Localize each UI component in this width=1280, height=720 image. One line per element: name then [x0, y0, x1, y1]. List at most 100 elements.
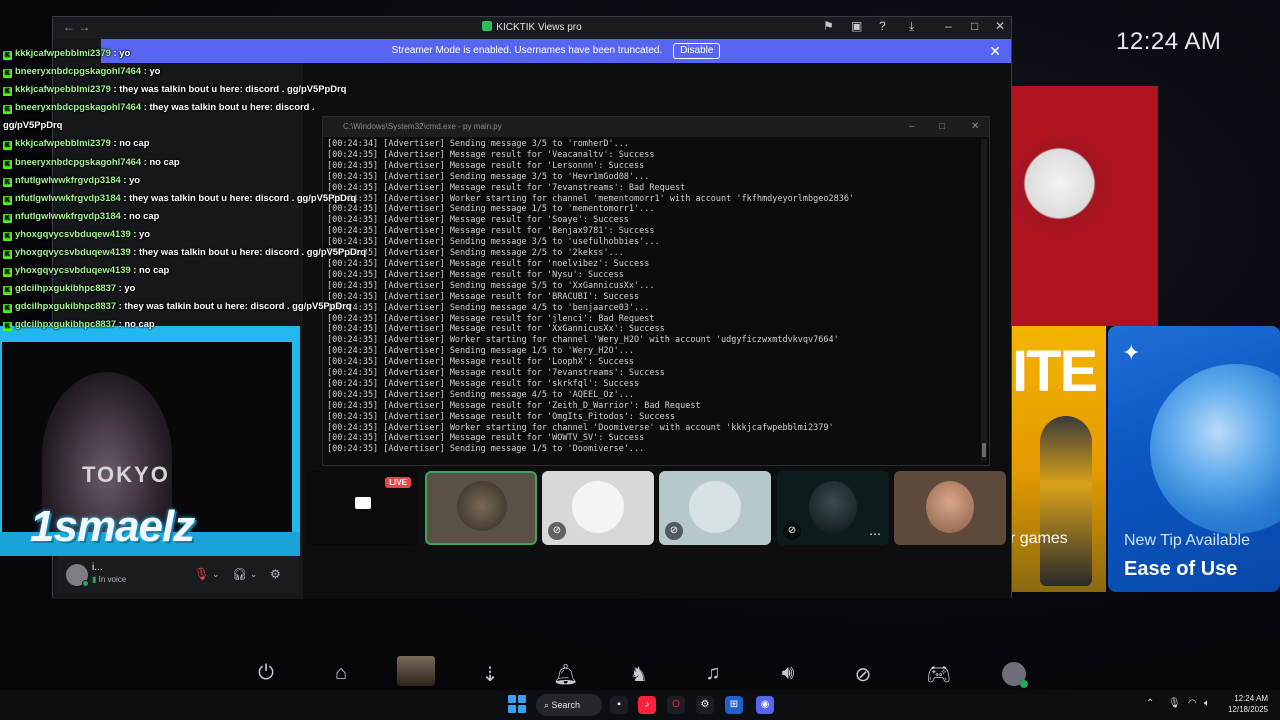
cmd-log-line: [00:24:35] [Advertiser] Worker starting …	[327, 335, 839, 346]
voice-status: In voice	[98, 575, 127, 584]
chat-text: no cap	[149, 155, 180, 167]
screen-share-icon[interactable]: ▣	[851, 19, 862, 33]
cmd-scrollbar[interactable]	[981, 139, 987, 461]
speaker-icon[interactable]: 🔈︎	[1204, 698, 1210, 709]
online-status-icon	[82, 580, 89, 587]
game-thumbnail[interactable]	[397, 656, 435, 686]
wifi-icon[interactable]: ◠	[1188, 698, 1197, 709]
opera-gx-icon[interactable]: O	[667, 696, 685, 714]
controller-icon[interactable]: 🎮︎	[926, 662, 951, 687]
help-icon[interactable]: ?	[879, 19, 886, 33]
discord-titlebar: ← → KICKTIK Views pro ⚑ ▣ ? ⤓ – □ ✕	[53, 17, 1011, 39]
chat-username: yhoxgqvycsvbduqew4139	[15, 246, 131, 258]
participant-tile[interactable]: ⊘ ⋯	[777, 471, 889, 545]
banner-close-icon[interactable]: ✕	[989, 39, 1001, 63]
power-icon[interactable]: ⏻	[254, 662, 278, 685]
muted-icon: ⊘	[548, 522, 566, 540]
close-icon[interactable]: ✕	[995, 19, 1005, 33]
stream-chat-overlay: Kkkkjcafwpebblmi2379 : yo Kbneeryxnbdcpgs…	[0, 44, 370, 334]
chat-text: yo	[139, 227, 150, 239]
cmd-log-line: [00:24:35] [Advertiser] Sending message …	[327, 248, 624, 259]
kick-badge-icon: K	[3, 286, 12, 296]
store-app-icon[interactable]: ⊞	[725, 696, 743, 714]
cmd-window: C:\Windows\System32\cmd.exe - py main.py…	[322, 116, 990, 466]
avatar	[809, 481, 857, 533]
profile-avatar[interactable]	[1002, 662, 1028, 688]
chat-separator: :	[130, 264, 140, 276]
kick-badge-icon: K	[3, 250, 12, 260]
chat-username: yhoxgqvycsvbduqew4139	[15, 227, 131, 239]
cmd-log-line: [00:24:35] [Advertiser] Message result f…	[327, 400, 701, 411]
muted-icon: ⊘	[665, 522, 683, 540]
cmd-maximize-icon[interactable]: □	[939, 117, 945, 137]
tip-tile[interactable]: ✦ New Tip Available Ease of Use	[1108, 326, 1280, 592]
chat-message: Kbneeryxnbdcpgskagohl7464 : yo	[0, 62, 370, 80]
disable-button[interactable]: Disable	[673, 43, 721, 59]
taskbar-search[interactable]: ⌕ Search	[536, 694, 602, 716]
kick-badge-icon: K	[3, 51, 12, 60]
streamer-name: 1smaelz	[30, 502, 195, 551]
avatar	[926, 481, 974, 533]
chat-message: Kyhoxgqvycsvbduqew4139 : no cap	[0, 261, 370, 279]
notification-bell-icon[interactable]: 🔔︎	[553, 662, 578, 687]
games-label: r games	[1010, 530, 1068, 547]
participant-tile[interactable]	[425, 471, 537, 545]
chevron-down-icon[interactable]: ⌄	[250, 569, 258, 580]
app-icon[interactable]: ▪	[610, 696, 628, 714]
chat-username: gdcilhpxgukibhpc8837	[15, 318, 117, 330]
chat-text: they was talkin bout u here: discord . g…	[124, 300, 352, 312]
settings-gear-icon[interactable]: ⚙	[270, 567, 281, 581]
minimize-icon[interactable]: –	[945, 19, 952, 33]
participant-tile[interactable]: ⊘	[542, 471, 654, 545]
cmd-log-line: [00:24:35] [Advertiser] Worker starting …	[327, 422, 834, 433]
chevron-down-icon[interactable]: ⌄	[212, 569, 220, 580]
cmd-log-line: [00:24:35] [Advertiser] Sending message …	[327, 444, 645, 455]
discord-app-icon[interactable]: ◉	[756, 696, 774, 714]
bulldog-mascot-image	[1010, 134, 1120, 244]
participant-tile[interactable]	[894, 471, 1006, 545]
tip-title: Ease of Use	[1124, 558, 1238, 580]
chat-text: gg/pV5PpDrq	[3, 119, 63, 131]
voice-panel: i... ▮ In voice 🎙︎ ⌄ 🎧︎ ⌄ ⚙	[58, 556, 298, 594]
music-app-icon[interactable]: ♪	[638, 696, 656, 714]
home-icon[interactable]: ⌂	[329, 662, 353, 685]
chat-text: yo	[129, 173, 141, 185]
chat-text: they was talkin bout u here: discord . g…	[139, 246, 367, 258]
chat-message: gg/pV5PpDrq	[0, 116, 370, 134]
chat-text: yo	[119, 47, 131, 58]
kick-badge-icon: K	[3, 69, 12, 79]
mute-mic-icon[interactable]: 🎙︎	[194, 567, 209, 581]
cmd-scroll-thumb[interactable]	[982, 443, 986, 457]
avatar	[572, 481, 624, 533]
cmd-log-line: [00:24:35] [Advertiser] Message result f…	[327, 378, 640, 389]
kick-badge-icon: K	[3, 322, 12, 332]
inbox-flag-icon[interactable]: ⚑	[823, 19, 834, 33]
cmd-close-icon[interactable]: ✕	[971, 117, 979, 137]
windows-start-icon[interactable]	[508, 695, 526, 713]
more-options-icon[interactable]: ⋯	[869, 527, 881, 541]
chat-username: bneeryxnbdcpgskagohl7464	[15, 101, 142, 113]
download-icon[interactable]: ⤓	[909, 19, 914, 34]
maximize-icon[interactable]: □	[971, 19, 978, 33]
tip-subtitle: New Tip Available	[1124, 532, 1250, 549]
volume-icon[interactable]: 🔊︎	[776, 662, 800, 685]
music-icon[interactable]: ♫	[701, 662, 725, 685]
chat-separator: :	[120, 191, 130, 203]
steam-icon[interactable]: ⚙	[696, 696, 714, 714]
mic-off-icon[interactable]: ⊘	[851, 662, 875, 687]
game-tile-bulldog[interactable]	[1010, 86, 1158, 326]
headphones-icon[interactable]: 🎧︎	[232, 567, 247, 581]
taskbar-clock[interactable]: 12:24 AM 12/18/2025	[1224, 693, 1268, 715]
game-tile-fortnite[interactable]: ITE r games	[1010, 326, 1106, 592]
chat-separator: :	[120, 173, 130, 185]
chat-separator: :	[110, 137, 120, 149]
tray-chevron-icon[interactable]: ⌃	[1146, 698, 1154, 709]
chat-text: yo	[149, 65, 161, 77]
cmd-minimize-icon[interactable]: –	[909, 117, 915, 137]
tray-mic-icon[interactable]: 🎙︎	[1168, 698, 1181, 709]
participant-tile[interactable]: ⊘	[659, 471, 771, 545]
party-icon[interactable]: ♞	[627, 662, 651, 687]
muted-icon: ⊘	[783, 522, 801, 540]
download-icon[interactable]: ⇣	[478, 662, 502, 687]
participant-tile-stream[interactable]: LIVE	[307, 471, 419, 545]
